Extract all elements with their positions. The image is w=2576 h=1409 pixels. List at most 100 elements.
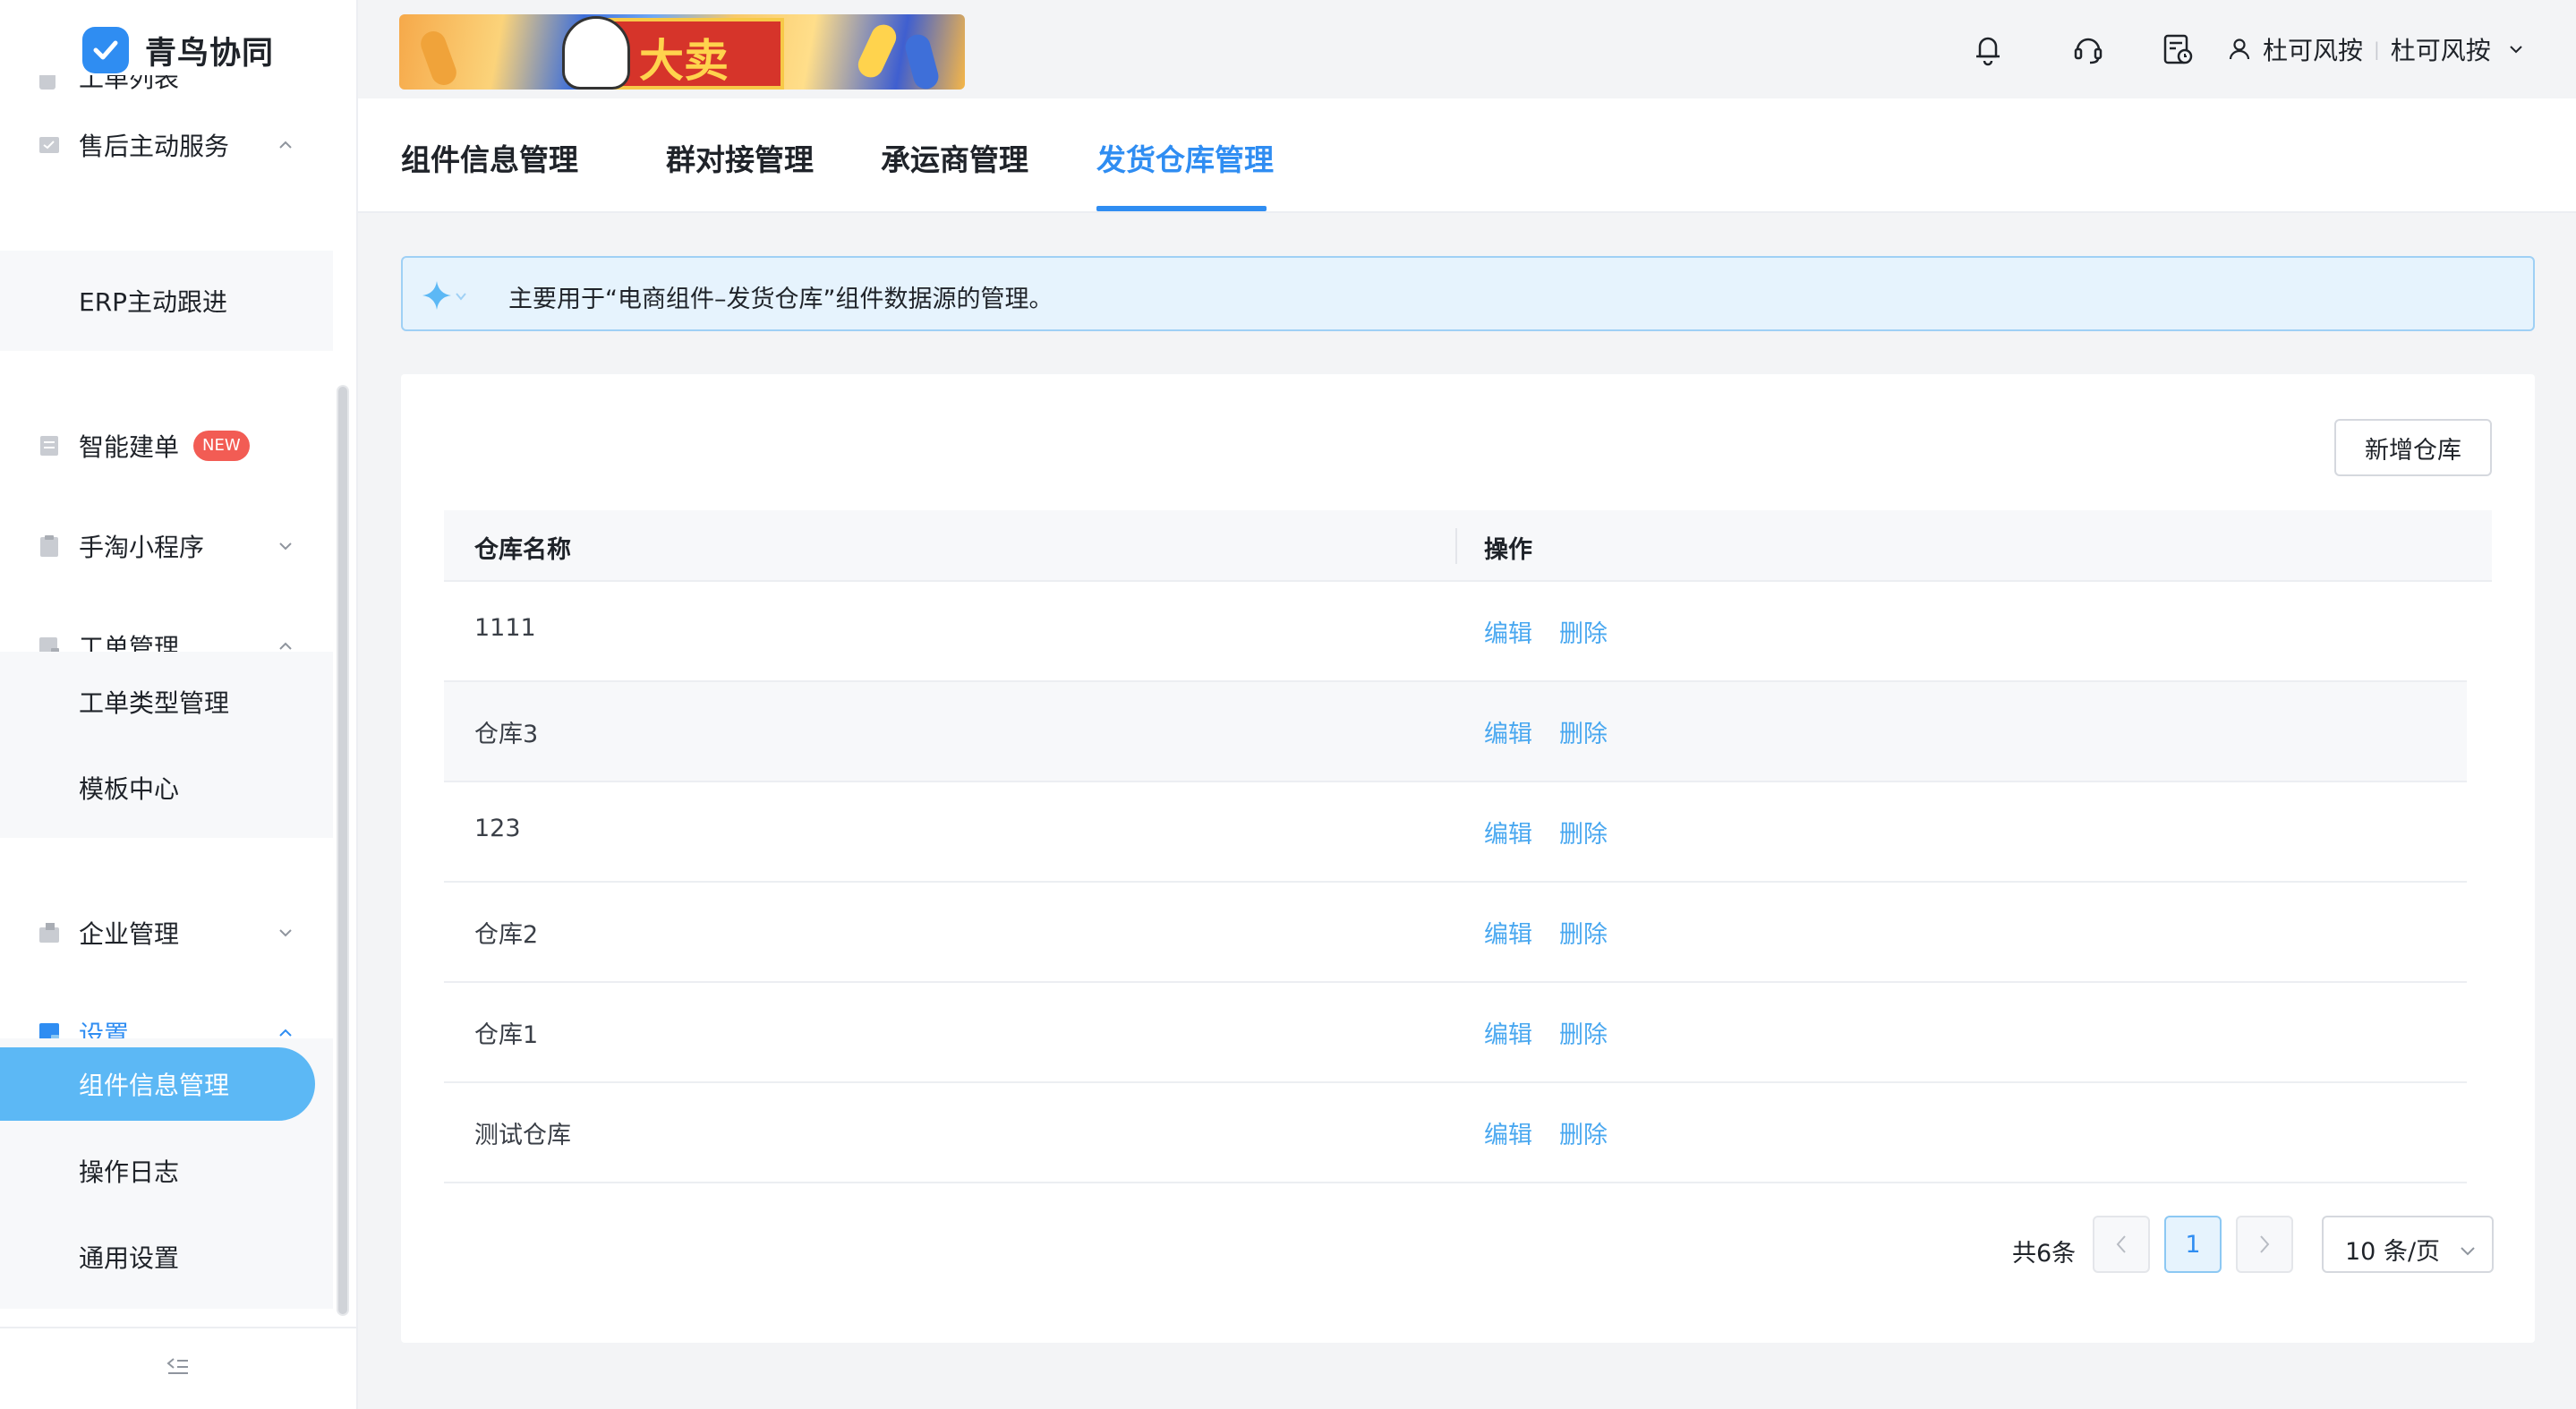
warehouse-name: 仓库3: [474, 721, 539, 748]
user-menu[interactable]: 杜可风按 | 杜可风按: [2229, 27, 2523, 72]
sidebar-item-smart-create[interactable]: 智能建单 NEW: [0, 401, 333, 491]
sidebar-item-taobao-mini[interactable]: 手淘小程序: [0, 501, 333, 591]
sidebar-item-enterprise[interactable]: 企业管理: [0, 888, 333, 978]
edit-link[interactable]: 编辑: [1484, 614, 1532, 649]
search-icon: [38, 75, 57, 95]
notification-button[interactable]: [1967, 27, 2009, 72]
promo-banner[interactable]: 大卖: [399, 14, 965, 90]
top-header: 大卖 杜可风按 | 杜可风按: [358, 0, 2576, 98]
warehouse-name: 1111: [474, 614, 536, 642]
edit-link[interactable]: 编辑: [1484, 915, 1532, 950]
user-name: 杜可风按: [2390, 36, 2491, 65]
sidebar-item-ticket-types[interactable]: 工单类型管理: [0, 659, 333, 745]
sidebar-item-component-info[interactable]: 组件信息管理: [0, 1047, 315, 1121]
table-row: 1111 编辑 删除: [444, 582, 2467, 682]
prev-page-button[interactable]: [2093, 1216, 2150, 1273]
warehouse-name: 仓库2: [474, 921, 539, 949]
sidebar-item-general-settings[interactable]: 通用设置: [0, 1214, 333, 1300]
sidebar-subitem-label: 模板中心: [79, 774, 180, 804]
collapse-sidebar-icon[interactable]: [166, 1357, 190, 1380]
warehouse-name: 测试仓库: [474, 1122, 571, 1149]
table-row: 仓库3 编辑 删除: [444, 682, 2467, 782]
logo-check-icon: [82, 27, 129, 73]
delete-link[interactable]: 删除: [1559, 815, 1608, 850]
bell-icon[interactable]: [1967, 29, 2009, 70]
add-warehouse-button[interactable]: 新增仓库: [2334, 419, 2492, 476]
table-header: 仓库名称 操作: [444, 510, 2492, 582]
sidebar-item-label: 智能建单: [79, 432, 180, 462]
column-divider: [1455, 528, 1457, 564]
sidebar-subitem-label: ERP主动跟进: [79, 287, 228, 317]
sidebar-scrollbar-thumb[interactable]: [338, 387, 347, 1314]
banner-text: 大卖: [639, 34, 729, 87]
warehouse-card: 新增仓库 仓库名称 操作 1111 编辑 删除 仓库3 编辑 删除 123 编辑…: [401, 374, 2535, 1343]
delete-link[interactable]: 删除: [1559, 915, 1608, 950]
sidebar-item-template-center[interactable]: 模板中心: [0, 745, 333, 831]
tab-bar: 组件信息管理 群对接管理 承运商管理 发货仓库管理: [358, 98, 2576, 213]
warehouse-name: 仓库1: [474, 1021, 539, 1049]
page-size-select[interactable]: 10 条/页: [2322, 1216, 2494, 1273]
edit-link[interactable]: 编辑: [1484, 815, 1532, 850]
sidebar-item-operation-log[interactable]: 操作日志: [0, 1128, 333, 1214]
chevron-right-icon: [2259, 1234, 2270, 1254]
warehouse-table: 仓库名称 操作 1111 编辑 删除 仓库3 编辑 删除 123 编辑 删除 仓…: [444, 510, 2492, 1183]
building-icon: [38, 921, 61, 944]
new-badge: NEW: [193, 431, 250, 461]
headset-icon[interactable]: [2068, 29, 2109, 70]
delete-link[interactable]: 删除: [1559, 1115, 1608, 1150]
chevron-down-icon: [276, 923, 295, 943]
page-size-value: 10 条/页: [2345, 1238, 2441, 1266]
banner-leaf-decoration: [854, 20, 900, 82]
chevron-down-icon: [2509, 45, 2523, 54]
chevron-down-icon: [276, 536, 295, 556]
check-square-icon: [38, 133, 61, 157]
table-row: 123 编辑 删除: [444, 782, 2467, 883]
next-page-button[interactable]: [2236, 1216, 2293, 1273]
submenu-after-sale: ERP主动跟进: [0, 251, 333, 351]
banner-leaf-decoration: [417, 28, 460, 89]
tab-shipping-warehouse[interactable]: 发货仓库管理: [1096, 136, 1274, 179]
sparkle-icon: [419, 276, 474, 315]
sidebar-subitem-label: 工单类型管理: [79, 688, 230, 718]
banner-leaf-decoration: [902, 31, 942, 90]
app-name: 青鸟协同: [145, 35, 275, 72]
app-root: 青鸟协同 工单列表 售后主动服务 ERP主动跟进 智能建单 NEW 手淘小程序 …: [0, 0, 2576, 1409]
delete-link[interactable]: 删除: [1559, 714, 1608, 749]
clipboard-icon: [38, 534, 61, 558]
tab-group-connection[interactable]: 群对接管理: [666, 136, 814, 179]
submenu-settings: 组件信息管理 操作日志 通用设置: [0, 1038, 333, 1309]
table-row: 仓库1 编辑 删除: [444, 983, 2467, 1083]
sidebar-subitem-label: 组件信息管理: [79, 1071, 230, 1100]
sidebar-item-label: 售后主动服务: [79, 132, 230, 161]
calendar-settings-icon[interactable]: [2157, 29, 2198, 70]
schedule-button[interactable]: [2157, 27, 2198, 72]
lucky-cat-image: [562, 16, 630, 90]
app-logo[interactable]: 青鸟协同: [82, 25, 274, 75]
chevron-up-icon: [276, 135, 295, 155]
table-row: 仓库2 编辑 删除: [444, 883, 2467, 983]
warehouse-name: 123: [474, 815, 521, 842]
doc-icon: [38, 434, 61, 457]
chevron-down-icon: [2460, 1235, 2476, 1263]
sidebar-footer: [0, 1327, 356, 1409]
sidebar-item-after-sale[interactable]: 售后主动服务: [0, 100, 333, 190]
tab-component-info[interactable]: 组件信息管理: [401, 136, 578, 179]
user-icon: [2229, 38, 2250, 61]
sidebar-item-label: 工单列表: [79, 75, 180, 93]
table-row: 测试仓库 编辑 删除: [444, 1083, 2467, 1183]
sidebar-subitem-label: 通用设置: [79, 1243, 180, 1273]
active-tab-indicator: [1096, 206, 1267, 211]
support-button[interactable]: [2068, 27, 2109, 72]
user-org: 杜可风按: [2263, 36, 2364, 65]
tab-carrier[interactable]: 承运商管理: [881, 136, 1028, 179]
delete-link[interactable]: 删除: [1559, 1015, 1608, 1050]
delete-link[interactable]: 删除: [1559, 614, 1608, 649]
edit-link[interactable]: 编辑: [1484, 714, 1532, 749]
sidebar-item-erp-follow[interactable]: ERP主动跟进: [0, 258, 333, 344]
page-number-button[interactable]: 1: [2164, 1216, 2222, 1273]
edit-link[interactable]: 编辑: [1484, 1115, 1532, 1150]
sidebar-item-label: 企业管理: [79, 919, 180, 949]
pagination-total: 共6条: [2012, 1240, 2077, 1268]
sidebar-subitem-label: 操作日志: [79, 1157, 180, 1187]
edit-link[interactable]: 编辑: [1484, 1015, 1532, 1050]
